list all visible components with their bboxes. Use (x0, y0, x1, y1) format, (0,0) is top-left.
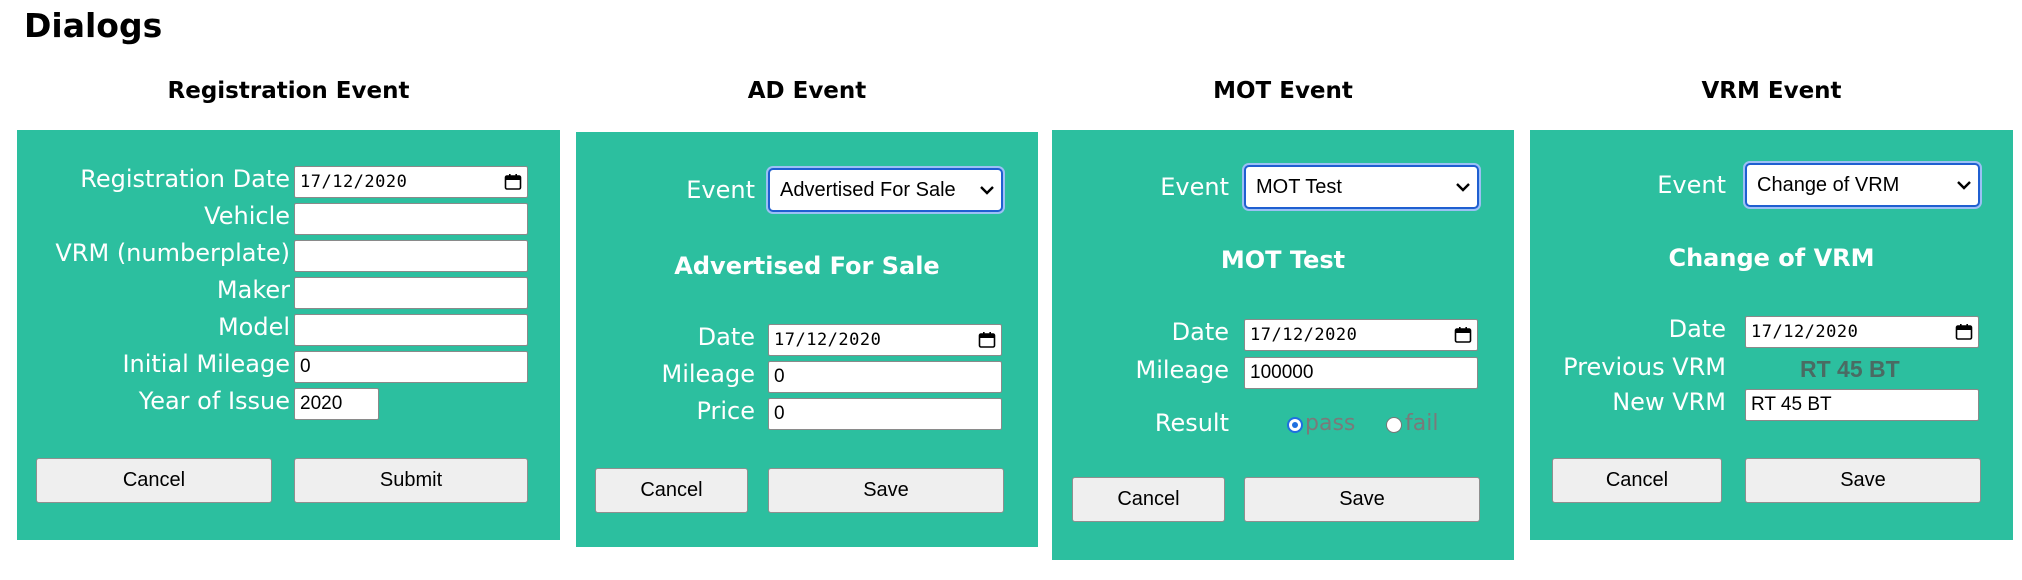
vrm-event-selected: Change of VRM (1757, 173, 1900, 196)
mot-event-selected: MOT Test (1256, 175, 1342, 198)
ad-price-field[interactable]: 0 (768, 398, 1002, 430)
cancel-button[interactable]: Cancel (36, 458, 272, 503)
mot-mileage-label: Mileage (1135, 356, 1229, 384)
registration-date-label: Registration Date (80, 165, 290, 193)
submit-button[interactable]: Submit (294, 458, 528, 503)
vrm-field[interactable] (294, 240, 528, 272)
ad-dialog: Event Advertised For Sale Advertised For… (576, 132, 1038, 547)
ad-subtitle: Advertised For Sale (674, 252, 940, 280)
new-vrm-field[interactable]: RT 45 BT (1745, 389, 1979, 421)
fail-radio[interactable] (1386, 417, 1402, 433)
mot-date-value: 17/12/2020 (1250, 325, 1358, 345)
vrm-dialog-heading: VRM Event (1701, 78, 1842, 104)
ad-mileage-field[interactable]: 0 (768, 361, 1002, 393)
ad-date-value: 17/12/2020 (774, 330, 882, 350)
mot-event-label: Event (1160, 173, 1229, 201)
vrm-date-field[interactable]: 17/12/2020 (1745, 316, 1979, 348)
fail-radio-label[interactable]: fail (1405, 411, 1438, 437)
ad-event-select[interactable]: Advertised For Sale (768, 168, 1003, 212)
ad-price-label: Price (696, 397, 755, 425)
vrm-date-label: Date (1668, 315, 1726, 343)
ad-date-field[interactable]: 17/12/2020 (768, 324, 1002, 356)
cancel-button[interactable]: Cancel (1552, 458, 1722, 503)
initial-mileage-label: Initial Mileage (122, 350, 290, 378)
save-button[interactable]: Save (768, 468, 1004, 513)
registration-dialog: Registration Date 17/12/2020 Vehicle VRM… (17, 130, 560, 540)
cancel-button[interactable]: Cancel (595, 468, 748, 513)
pass-radio-label[interactable]: pass (1305, 411, 1355, 437)
registration-date-value: 17/12/2020 (300, 172, 408, 192)
year-of-issue-field[interactable]: 2020 (294, 388, 379, 420)
calendar-icon[interactable] (504, 173, 522, 191)
maker-label: Maker (216, 276, 290, 304)
ad-event-selected: Advertised For Sale (780, 178, 956, 201)
ad-dialog-heading: AD Event (747, 78, 867, 104)
mot-date-field[interactable]: 17/12/2020 (1244, 319, 1478, 351)
maker-field[interactable] (294, 277, 528, 309)
mot-date-label: Date (1171, 318, 1229, 346)
registration-date-field[interactable]: 17/12/2020 (294, 166, 528, 198)
mot-dialog: Event MOT Test MOT Test Date 17/12/2020 … (1052, 130, 1514, 560)
calendar-icon[interactable] (1454, 326, 1472, 344)
save-button[interactable]: Save (1244, 477, 1480, 522)
chevron-down-icon (980, 186, 994, 195)
mot-result-label: Result (1154, 409, 1229, 437)
model-label: Model (217, 313, 290, 341)
vrm-label: VRM (numberplate) (55, 239, 290, 267)
cancel-button[interactable]: Cancel (1072, 477, 1225, 522)
model-field[interactable] (294, 314, 528, 346)
vrm-event-select[interactable]: Change of VRM (1745, 163, 1980, 207)
initial-mileage-field[interactable]: 0 (294, 351, 528, 383)
mot-subtitle: MOT Test (1220, 246, 1346, 274)
previous-vrm-value: RT 45 BT (1800, 356, 1900, 382)
chevron-down-icon (1957, 181, 1971, 190)
mot-event-select[interactable]: MOT Test (1244, 165, 1479, 209)
pass-radio[interactable] (1287, 417, 1303, 433)
ad-mileage-label: Mileage (661, 360, 755, 388)
vrm-dialog: Event Change of VRM Change of VRM Date 1… (1530, 130, 2013, 540)
mot-dialog-heading: MOT Event (1213, 78, 1353, 104)
vrm-event-label: Event (1657, 171, 1726, 199)
year-of-issue-label: Year of Issue (138, 387, 290, 415)
new-vrm-label: New VRM (1612, 388, 1726, 416)
vehicle-field[interactable] (294, 203, 528, 235)
chevron-down-icon (1456, 183, 1470, 192)
previous-vrm-label: Previous VRM (1563, 353, 1726, 381)
ad-event-label: Event (686, 176, 755, 204)
vrm-subtitle: Change of VRM (1668, 244, 1875, 272)
calendar-icon[interactable] (1955, 323, 1973, 341)
calendar-icon[interactable] (978, 331, 996, 349)
ad-date-label: Date (697, 323, 755, 351)
vehicle-label: Vehicle (204, 202, 290, 230)
save-button[interactable]: Save (1745, 458, 1981, 503)
page-title: Dialogs (24, 6, 163, 45)
registration-dialog-heading: Registration Event (167, 78, 410, 104)
vrm-date-value: 17/12/2020 (1751, 322, 1859, 342)
mot-mileage-field[interactable]: 100000 (1244, 357, 1478, 389)
